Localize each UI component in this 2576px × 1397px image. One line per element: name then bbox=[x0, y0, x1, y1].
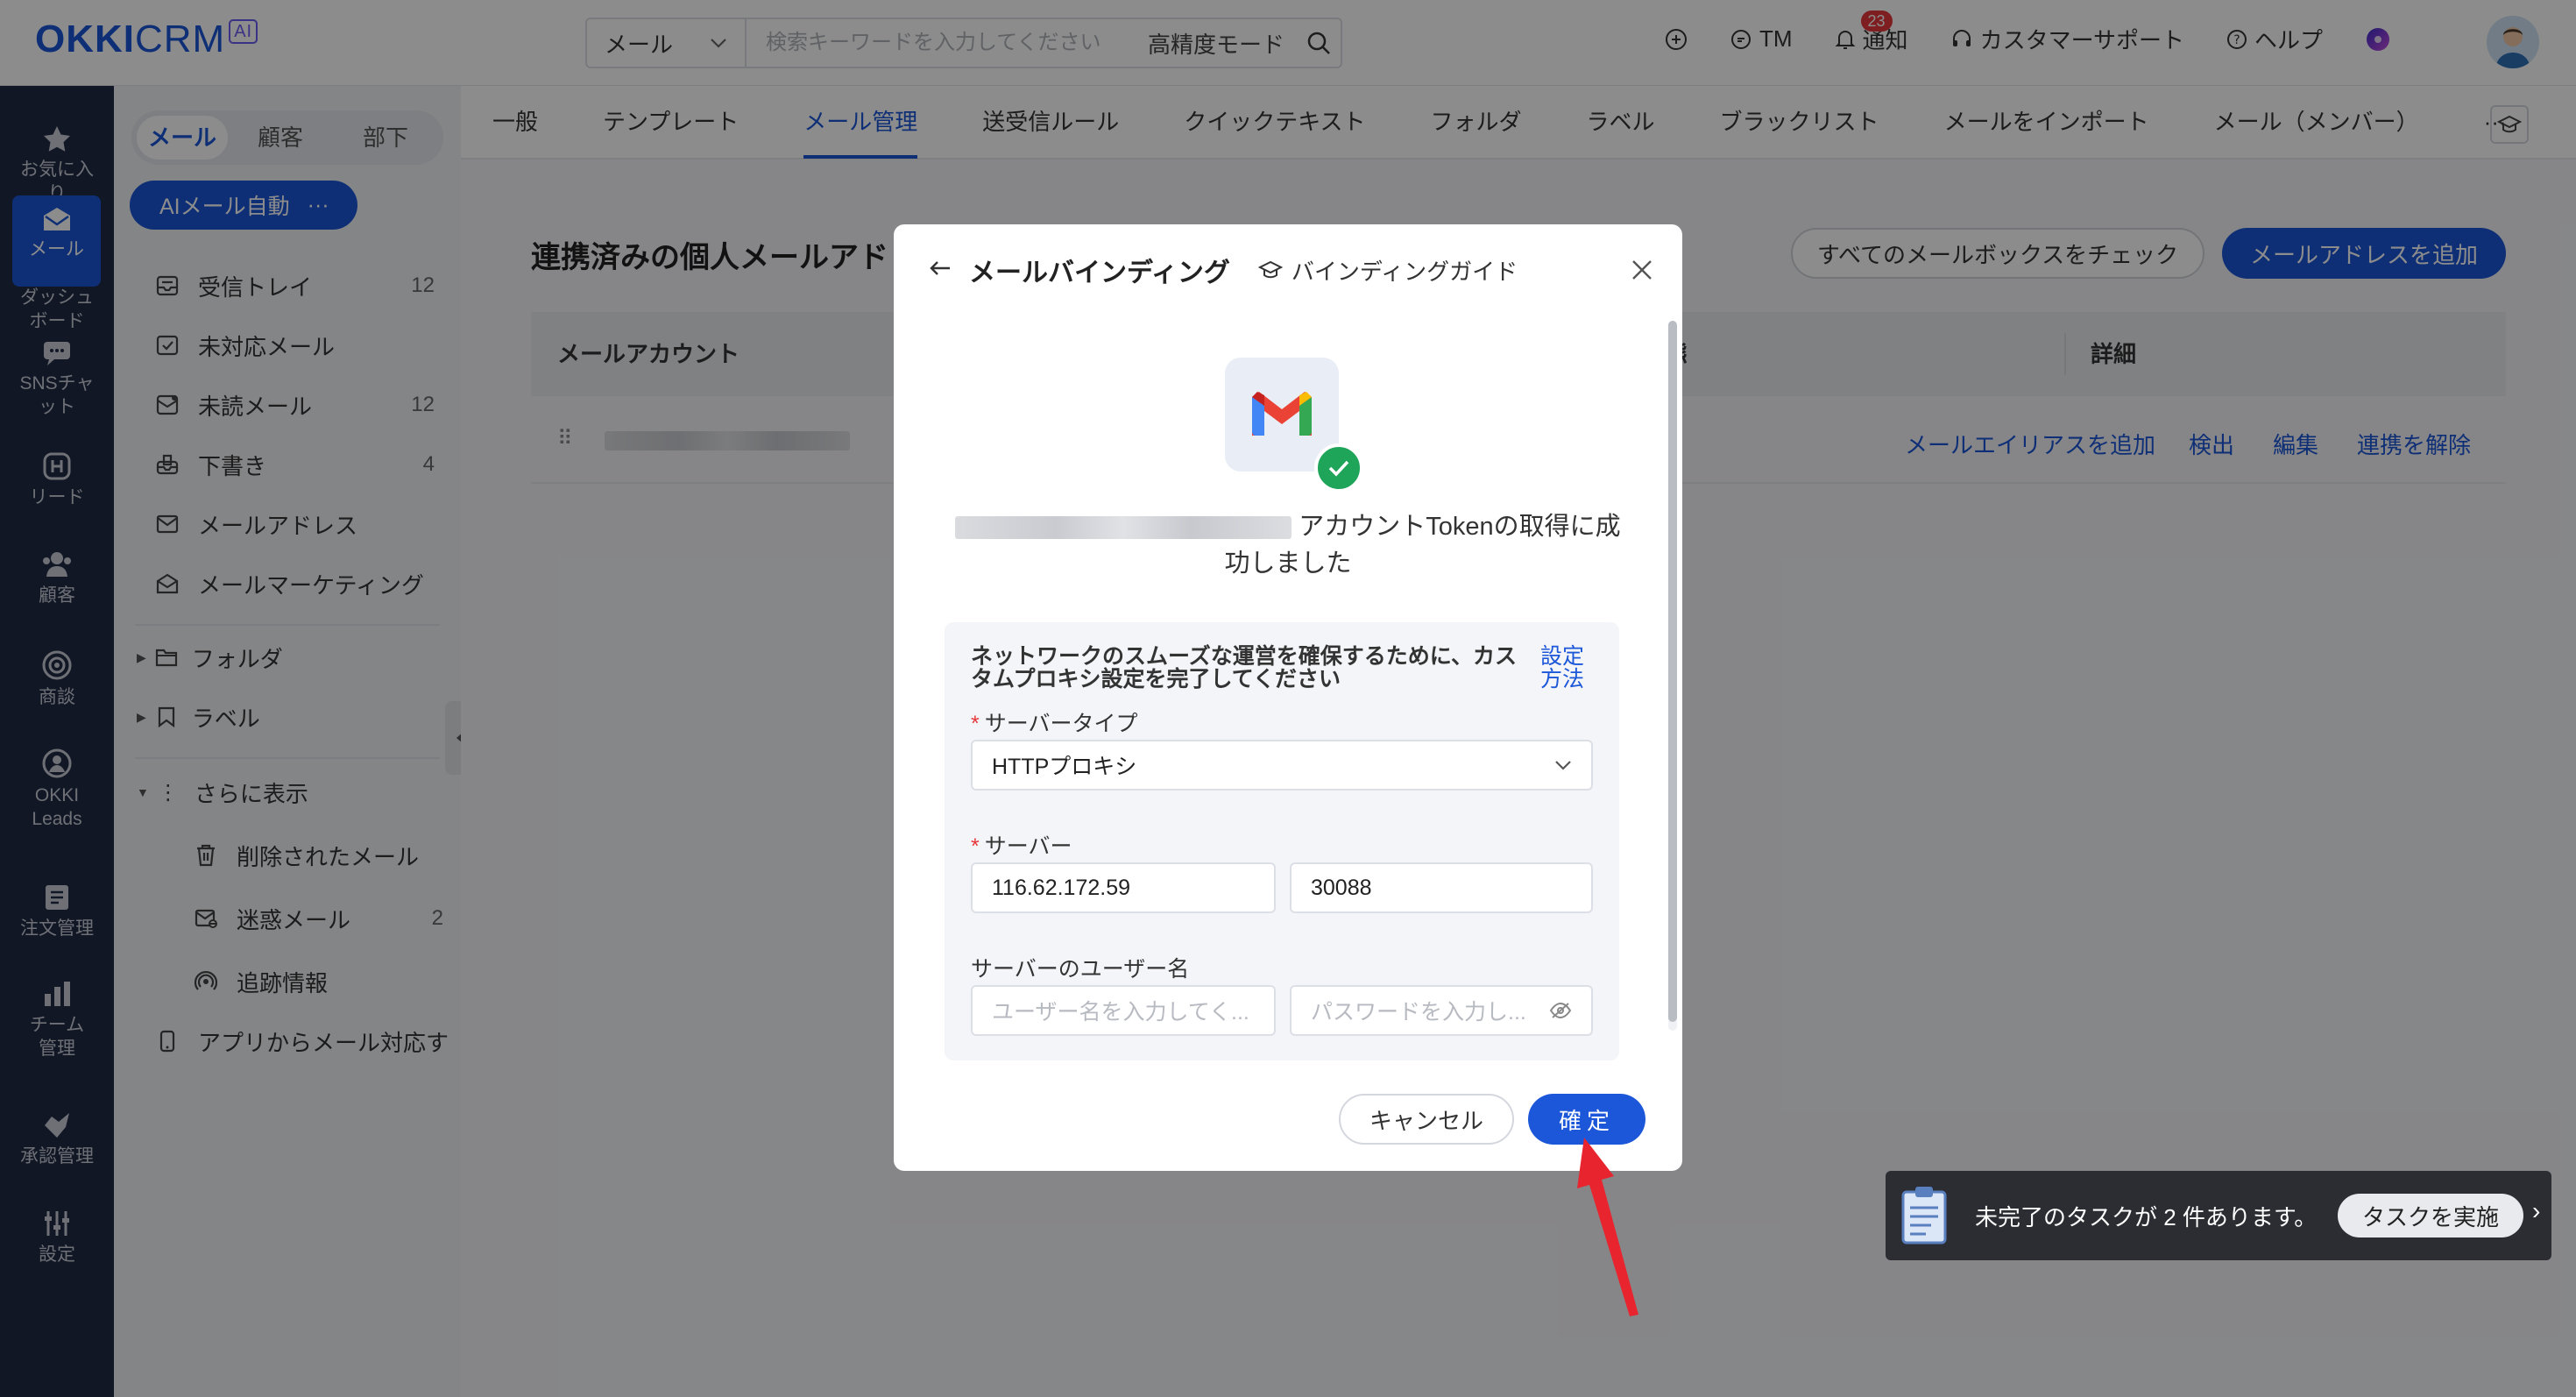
username-label: サーバーのユーザー名 bbox=[971, 957, 1190, 982]
execute-task-button[interactable]: タスクを実施 bbox=[2338, 1194, 2523, 1237]
dialog-scrollbar-thumb[interactable] bbox=[1668, 321, 1677, 1022]
pending-task-toast: 未完了のタスクが 2 件あります。 タスクを実施 › bbox=[1886, 1171, 2551, 1260]
chevron-down-icon bbox=[1555, 761, 1571, 770]
dialog-title: メールバインディング bbox=[969, 259, 1230, 287]
password-placeholder: パスワードを入力し... bbox=[1311, 1000, 1526, 1025]
redacted-account bbox=[955, 516, 1292, 540]
chevron-right-icon[interactable]: › bbox=[2532, 1197, 2540, 1225]
mail-binding-dialog: メールバインディング バインディングガイド アカウントTokenの取得に成功しま… bbox=[894, 224, 1682, 1171]
red-annotation-arrow bbox=[1577, 1138, 1638, 1316]
binding-guide-label: バインディングガイド bbox=[1291, 258, 1518, 285]
server-label-text: サーバー bbox=[984, 834, 1072, 859]
dialog-header: メールバインディング バインディングガイド bbox=[929, 251, 1518, 289]
username-input[interactable]: ユーザー名を入力してく... bbox=[971, 985, 1276, 1036]
setup-method-link[interactable]: 設定方法 bbox=[1540, 645, 1593, 691]
password-input[interactable]: パスワードを入力し... bbox=[1290, 985, 1593, 1036]
binding-guide-link[interactable]: バインディングガイド bbox=[1257, 254, 1518, 287]
graduation-cap-icon bbox=[1257, 260, 1283, 279]
close-icon[interactable] bbox=[1626, 254, 1658, 286]
eye-slash-icon[interactable] bbox=[1549, 1002, 1572, 1019]
server-type-value: HTTPプロキシ bbox=[992, 755, 1137, 779]
required-asterisk: * bbox=[971, 712, 980, 736]
token-success-message: アカウントTokenの取得に成功しました bbox=[946, 508, 1630, 582]
proxy-settings-panel: ネットワークのスムーズな運営を確保するために、カスタムプロキシ設定を完了してくだ… bbox=[945, 622, 1619, 1060]
required-asterisk: * bbox=[971, 834, 980, 859]
server-host-input[interactable]: 116.62.172.59 bbox=[971, 862, 1276, 913]
proxy-note: ネットワークのスムーズな運営を確保するために、カスタムプロキシ設定を完了してくだ… bbox=[971, 644, 1518, 691]
gmail-icon bbox=[1252, 392, 1312, 436]
server-type-label-text: サーバータイプ bbox=[984, 712, 1138, 736]
cancel-button[interactable]: キャンセル bbox=[1339, 1094, 1514, 1145]
back-arrow-icon[interactable] bbox=[929, 259, 952, 281]
success-check-icon bbox=[1314, 443, 1363, 493]
server-type-select[interactable]: HTTPプロキシ bbox=[971, 740, 1593, 791]
server-type-label: * サーバータイプ bbox=[971, 706, 1138, 738]
task-message: 未完了のタスクが 2 件あります。 bbox=[1975, 1203, 2318, 1230]
server-label: * サーバー bbox=[971, 829, 1072, 861]
clipboard-icon bbox=[1901, 1187, 1947, 1245]
server-port-input[interactable]: 30088 bbox=[1290, 862, 1593, 913]
